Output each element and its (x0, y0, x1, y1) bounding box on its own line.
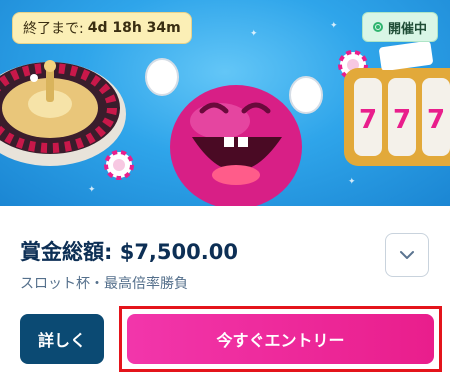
sparkle-icon: ✦ (88, 185, 96, 195)
timer-value: 4d 18h 34m (87, 20, 181, 36)
countdown-timer: 終了まで: 4d 18h 34m (12, 12, 192, 44)
enter-now-button[interactable]: 今すぐエントリー (127, 314, 434, 364)
svg-text:7: 7 (393, 105, 411, 135)
svg-text:7: 7 (359, 105, 377, 135)
tournament-info: 賞金総額: $7,500.00 スロット杯・最高倍率勝負 詳しく 今すぐエントリ… (0, 206, 450, 378)
tournament-card: ✦ ✦ ✦ ✦ ✦ (0, 0, 450, 378)
tournament-banner: ✦ ✦ ✦ ✦ ✦ (0, 0, 450, 206)
details-button[interactable]: 詳しく (20, 314, 104, 364)
mascot-character-icon (145, 58, 323, 206)
check-circle-icon (372, 22, 383, 32)
sparkle-icon: ✦ (330, 21, 338, 31)
expand-button[interactable] (385, 233, 429, 277)
slot-reels-icon: 7 7 7 (344, 68, 450, 166)
sparkle-icon: ✦ (348, 177, 356, 187)
timer-label: 終了まで: (23, 21, 84, 37)
casino-chip-icon (104, 150, 134, 180)
status-badge: 開催中 (361, 12, 438, 42)
tournament-subtitle: スロット杯・最高倍率勝負 (20, 276, 188, 292)
playing-card-icon (379, 41, 433, 70)
sparkle-icon: ✦ (250, 29, 258, 39)
status-label: 開催中 (387, 21, 427, 37)
chevron-down-icon (400, 251, 414, 259)
prize-pool-title: 賞金総額: $7,500.00 (20, 240, 238, 264)
svg-text:7: 7 (427, 105, 445, 135)
